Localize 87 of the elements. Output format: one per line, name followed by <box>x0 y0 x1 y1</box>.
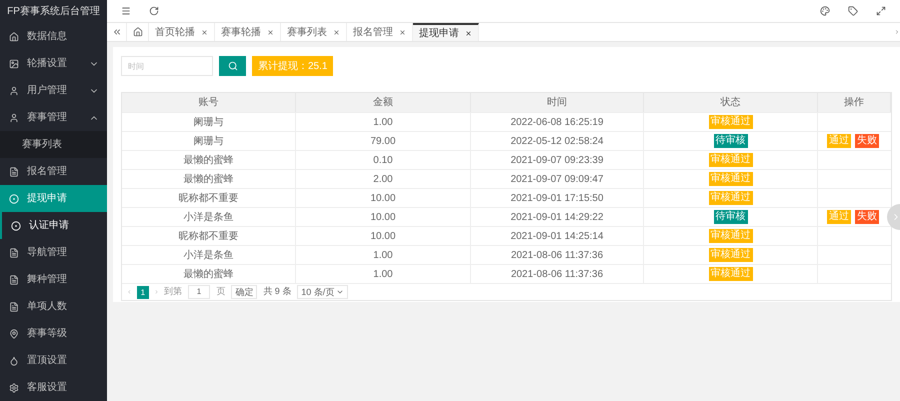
table-cell: 2021-09-01 14:29:22 <box>471 208 644 226</box>
palette-icon[interactable] <box>820 6 830 16</box>
fullscreen-icon[interactable] <box>876 6 886 16</box>
table-cell: 10.00 <box>296 189 471 207</box>
document-icon <box>9 166 19 176</box>
table-cell: 最懒的蜜蜂 <box>122 170 296 188</box>
table-cell: 79.00 <box>296 132 471 150</box>
close-icon[interactable] <box>465 30 472 36</box>
table-cell: 10.00 <box>296 227 471 245</box>
table-cell: 2021-08-06 11:37:36 <box>471 246 644 264</box>
table-cell: 最懒的蜜蜂 <box>122 151 296 169</box>
column-header: 账号 <box>122 93 296 112</box>
tab[interactable]: 提现申请 <box>413 23 479 41</box>
settings-icon <box>9 382 19 392</box>
table-cell: 昵称都不重要 <box>122 189 296 207</box>
close-icon[interactable] <box>267 28 274 36</box>
page-size-select[interactable]: 10 条/页 <box>297 285 348 299</box>
table-cell: 2.00 <box>296 170 471 188</box>
menu-icon[interactable] <box>121 6 131 16</box>
table-cell: 2021-09-07 09:23:39 <box>471 151 644 169</box>
status-badge: 审核通过 <box>708 172 752 186</box>
image-icon <box>9 58 19 68</box>
page-input[interactable]: 1 <box>188 285 210 299</box>
status-badge: 待审核 <box>714 134 748 148</box>
sidebar-item[interactable]: 提现申请 <box>0 185 107 212</box>
radio-icon <box>11 220 21 230</box>
table-cell: 阑珊与 <box>122 132 296 150</box>
double-chevron-icon <box>112 27 122 37</box>
home-icon <box>9 32 19 42</box>
status-badge: 待审核 <box>714 210 748 224</box>
document-icon <box>9 274 19 284</box>
table-cell: 1.00 <box>296 113 471 131</box>
reject-button[interactable]: 失败 <box>855 134 879 148</box>
page-button[interactable]: 1 <box>136 286 150 298</box>
reject-button[interactable]: 失败 <box>855 210 879 224</box>
table-cell: 昵称都不重要 <box>122 227 296 245</box>
user-icon <box>9 86 19 96</box>
table-cell: 0.10 <box>296 151 471 169</box>
goto-label: 到第 <box>164 285 182 298</box>
app-title: FP赛事系统后台管理 <box>6 4 101 19</box>
table-cell: 最懒的蜜蜂 <box>122 265 296 283</box>
chevron-icon <box>894 27 900 37</box>
table-cell: 小洋是条鱼 <box>122 246 296 264</box>
search-icon <box>228 61 238 71</box>
table-cell: 2022-06-08 16:25:19 <box>471 113 644 131</box>
sidebar-subitem[interactable]: 赛事列表 <box>0 131 107 158</box>
pin-icon <box>9 328 19 338</box>
table-cell: 小洋是条鱼 <box>122 208 296 226</box>
status-badge: 审核通过 <box>708 248 752 262</box>
tab[interactable]: 赛事轮播 <box>215 23 281 41</box>
search-button[interactable] <box>219 56 246 76</box>
table-cell: 1.00 <box>296 246 471 264</box>
column-header: 操作 <box>818 93 891 112</box>
status-badge: 审核通过 <box>708 115 752 129</box>
column-header: 金额 <box>296 93 471 112</box>
table-cell: 阑珊与 <box>122 113 296 131</box>
confirm-button[interactable]: 确定 <box>231 285 258 299</box>
caret-icon <box>336 288 344 296</box>
tab[interactable]: 赛事列表 <box>281 23 347 41</box>
tab[interactable]: 首页轮播 <box>149 23 215 41</box>
close-icon[interactable] <box>201 28 208 36</box>
table-cell: 2021-08-06 11:37:36 <box>471 265 644 283</box>
page-unit-label: 页 <box>216 285 226 298</box>
document-icon <box>9 248 19 258</box>
user-icon <box>9 112 19 122</box>
status-badge: 审核通过 <box>708 229 752 243</box>
column-header: 时间 <box>471 93 644 112</box>
drop-icon <box>9 356 19 366</box>
radio-icon <box>9 194 19 204</box>
column-header: 状态 <box>644 93 818 112</box>
table-cell: 10.00 <box>296 208 471 226</box>
table-cell: 1.00 <box>296 265 471 283</box>
table-cell: 2021-09-01 14:25:14 <box>471 227 644 245</box>
status-badge: 审核通过 <box>708 153 752 167</box>
document-icon <box>9 302 19 312</box>
home-icon <box>132 27 142 37</box>
tag-icon[interactable] <box>848 6 858 16</box>
table-cell: 2022-05-12 02:58:24 <box>471 132 644 150</box>
total-count: 共 9 条 <box>263 285 292 298</box>
close-icon[interactable] <box>333 28 340 36</box>
refresh-icon[interactable] <box>149 6 159 16</box>
status-badge: 审核通过 <box>708 191 752 205</box>
close-icon[interactable] <box>399 28 406 36</box>
date-field[interactable]: 时间 <box>121 56 213 76</box>
table-cell: 2021-09-07 09:09:47 <box>471 170 644 188</box>
table-cell: 2021-09-01 17:15:50 <box>471 189 644 207</box>
status-badge: 审核通过 <box>708 267 752 281</box>
